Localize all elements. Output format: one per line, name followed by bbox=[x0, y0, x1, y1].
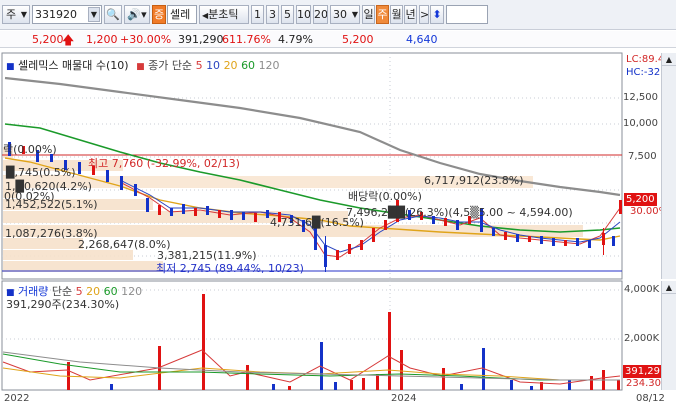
chart-canvas[interactable] bbox=[0, 50, 676, 411]
unit-label: 일 bbox=[363, 8, 374, 21]
last-price-tag: 5,200 bbox=[624, 193, 657, 206]
unit-day-button[interactable]: 일 bbox=[362, 5, 375, 24]
unit-label: 월 bbox=[391, 8, 402, 21]
ma120-label: 120 bbox=[258, 59, 280, 72]
period-10-button[interactable]: 10 bbox=[296, 5, 311, 24]
search-button[interactable]: 🔍 bbox=[104, 5, 122, 24]
code-value: 331920 bbox=[35, 8, 77, 21]
market-label: 주 bbox=[6, 8, 17, 21]
unit-label: 주 bbox=[377, 8, 388, 21]
ma20-label: 20 bbox=[223, 59, 238, 72]
volume-value: 391,290 bbox=[178, 33, 224, 46]
price-tick: 10,000 bbox=[623, 118, 658, 129]
price-tick: 12,500 bbox=[623, 92, 658, 103]
ma5-label: 5 bbox=[195, 59, 203, 72]
next-icon: > bbox=[420, 8, 429, 21]
extra-input[interactable] bbox=[446, 5, 488, 24]
volume-profile-label: 1,452,522(5.1%) bbox=[5, 198, 98, 211]
high-price: 5,200 bbox=[342, 33, 374, 46]
period-label: 20 bbox=[314, 8, 328, 21]
turnover-rate: 4.79% bbox=[278, 33, 313, 46]
price-tick: 7,500 bbox=[628, 151, 657, 162]
volume-profile-label: 7,496,2██(26.3%)(4,5▒5.00 ~ 4,594.00) bbox=[346, 206, 573, 219]
unit-label: 년 bbox=[405, 8, 416, 21]
period-label: 5 bbox=[284, 8, 291, 21]
mode-toggle[interactable]: ◀분초틱 bbox=[199, 5, 249, 24]
chevron-down-icon[interactable]: ▼ bbox=[88, 7, 100, 22]
updown-arrow-icon: ⬍ bbox=[432, 8, 442, 21]
price-change: 1,200 bbox=[86, 33, 118, 46]
volume-tag: 391,29 bbox=[623, 365, 662, 378]
chart-toolbar: 주 ▼ 331920 ▼ 🔍 🔊▾ 증 셀레 ◀분초틱 1 3 5 10 20 30… bbox=[0, 0, 676, 30]
low-annotation: 최저 2,745 (89.44%, 10/23) bbox=[156, 262, 304, 275]
arrow-up-icon: 🡅 bbox=[62, 33, 75, 47]
chart-area[interactable]: ■ 셀레믹스 매물대 수(10) ■ 종가 단순 5 10 20 60 120 … bbox=[0, 50, 676, 411]
high-annotation: 최고 7,760 (-32.99%, 02/13) bbox=[88, 157, 240, 170]
volume-tick: 4,000K bbox=[624, 284, 660, 295]
stock-name: 셀레 bbox=[170, 8, 191, 21]
dividend-annotation: 락(0.00%) bbox=[3, 143, 57, 156]
period-1-button[interactable]: 1 bbox=[251, 5, 264, 24]
dividend-annotation-2: 배당락(0.00%) bbox=[348, 190, 422, 203]
square-marker-icon: ■ bbox=[6, 62, 15, 72]
volume-pct: 611.76% bbox=[222, 33, 271, 46]
period-label: 10 bbox=[297, 8, 311, 21]
x-axis-label: 2022 bbox=[4, 393, 30, 404]
mode-label: 분초틱 bbox=[208, 8, 239, 21]
ma60-label: 60 bbox=[241, 59, 256, 72]
vol-ma120-label: 120 bbox=[121, 285, 143, 298]
volume-tick: 2,000K bbox=[624, 333, 660, 344]
price-summary-bar: 5,200 🡅 1,200 +30.00% 391,290 611.76% 4.… bbox=[0, 31, 676, 48]
unit-year-button[interactable]: 년 bbox=[404, 5, 417, 24]
scroll-up-icon[interactable]: ▲ bbox=[662, 281, 676, 294]
market-select[interactable]: 주 ▼ bbox=[2, 5, 30, 24]
volume-profile-label: █,745(0.5%) bbox=[6, 166, 76, 179]
square-marker-icon: ■ bbox=[136, 62, 145, 72]
ma10-label: 10 bbox=[206, 59, 221, 72]
x-axis-label: 08/12 bbox=[636, 393, 665, 404]
volume-pct-tag: 234.30 bbox=[626, 378, 661, 389]
period-select[interactable]: 30 ▼ bbox=[330, 5, 360, 24]
low-price: 4,640 bbox=[406, 33, 438, 46]
period-20-button[interactable]: 20 bbox=[313, 5, 328, 24]
sound-button[interactable]: 🔊▾ bbox=[124, 5, 150, 24]
margin-badge: 증 bbox=[152, 5, 166, 24]
volume-scrollbar[interactable]: ▲ bbox=[661, 281, 676, 390]
chevron-down-icon: ▼ bbox=[351, 10, 358, 19]
volume-profile-label: 4,731,6█(16.5%) bbox=[270, 216, 364, 229]
scroll-up-icon[interactable]: ▲ bbox=[662, 53, 676, 66]
price-change-pct: +30.00% bbox=[120, 33, 172, 46]
code-input[interactable]: 331920 ▼ bbox=[32, 5, 102, 24]
volume-profile-label: 6,717,912(23.8%) bbox=[424, 174, 524, 187]
volume-value: 391,290주(234.30%) bbox=[6, 298, 120, 311]
badge-label: 증 bbox=[153, 8, 165, 21]
chevron-down-icon: ▼ bbox=[20, 10, 27, 19]
speaker-icon: 🔊▾ bbox=[127, 8, 147, 21]
updown-button[interactable]: ⬍ bbox=[430, 5, 444, 24]
current-price: 5,200 bbox=[32, 33, 64, 46]
period-5-button[interactable]: 5 bbox=[281, 5, 294, 24]
period-3-button[interactable]: 3 bbox=[266, 5, 279, 24]
stock-name-field[interactable]: 셀레 bbox=[167, 5, 197, 24]
period-label: 3 bbox=[269, 8, 276, 21]
period-selected: 30 bbox=[333, 8, 347, 21]
unit-week-button[interactable]: 주 bbox=[376, 5, 389, 24]
ma-label: 종가 단순 bbox=[148, 59, 193, 72]
price-scrollbar[interactable]: ▲ bbox=[661, 53, 676, 279]
next-button[interactable]: > bbox=[419, 5, 429, 24]
search-icon: 🔍 bbox=[106, 8, 120, 21]
price-legend: ■ 셀레믹스 매물대 수(10) ■ 종가 단순 5 10 20 60 120 bbox=[6, 57, 280, 73]
period-label: 1 bbox=[254, 8, 261, 21]
unit-month-button[interactable]: 월 bbox=[390, 5, 403, 24]
x-axis-label: 2024 bbox=[391, 393, 417, 404]
chart-title: 셀레믹스 매물대 수(10) bbox=[18, 59, 129, 72]
